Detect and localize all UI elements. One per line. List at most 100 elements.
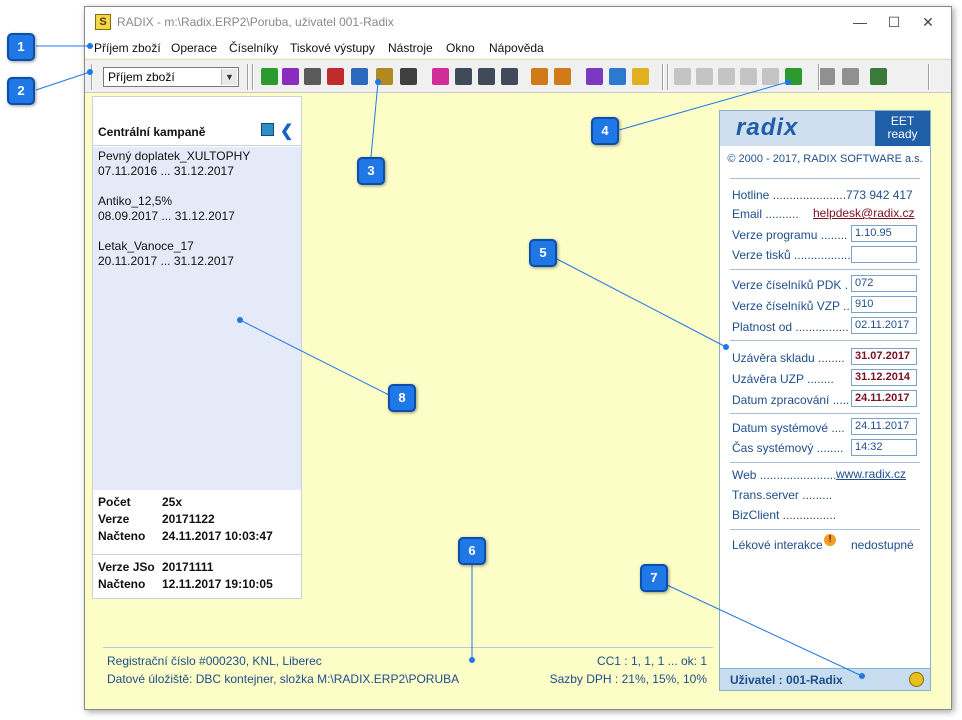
close-button[interactable]: ✕ [911, 11, 945, 33]
stat-label: Načteno [98, 577, 146, 591]
validity-label: Platnost od ................ [732, 320, 849, 334]
warning-icon: ! [824, 534, 836, 546]
campaign-period: 08.09.2017 ... 31.12.2017 [98, 209, 235, 223]
radix-logo: radix [736, 114, 799, 141]
campaigns-list[interactable]: Pevný doplatek_XULTOPHY 07.11.2016 ... 3… [93, 147, 301, 490]
new-doc-icon[interactable] [674, 68, 691, 85]
campaigns-title: Centrální kampaně [98, 125, 206, 139]
web-link[interactable]: www.radix.cz [836, 467, 906, 481]
edit-form-icon[interactable] [501, 68, 518, 85]
system-time-label: Čas systémový ........ [732, 441, 844, 455]
print-icon[interactable] [842, 68, 859, 85]
status-area: Registrační číslo #000230, KNL, Liberec … [103, 647, 713, 691]
stock-close-field: 31.07.2017 [851, 348, 917, 365]
form-icon[interactable] [455, 68, 472, 85]
menu-operace[interactable]: Operace [171, 41, 217, 55]
uzp-close-field: 31.12.2014 [851, 369, 917, 386]
save-icon[interactable] [740, 68, 757, 85]
stat-value: 24.11.2017 10:03:47 [162, 529, 273, 543]
menu-nastroje[interactable]: Nástroje [388, 41, 433, 55]
stat-jso-version: Verze JSo 20171111 [98, 560, 298, 577]
list-item[interactable]: Antiko_12,5% 08.09.2017 ... 31.12.2017 [98, 194, 296, 224]
check-form-icon[interactable] [478, 68, 495, 85]
stat-label: Verze [98, 512, 130, 526]
campaigns-panel: Centrální kampaně ❮ Pevný doplatek_XULTO… [92, 96, 302, 599]
stock-close-label: Uzávěra skladu ........ [732, 351, 845, 365]
data-storage: Datové úložiště: DBC kontejner, složka M… [107, 672, 460, 686]
hotline-value: 773 942 417 [846, 188, 913, 202]
program-version-label: Verze programu ........ [732, 228, 848, 242]
callout-1: 1 [7, 33, 35, 61]
validity-field: 02.11.2017 [851, 317, 917, 334]
user-coin-icon[interactable] [909, 672, 924, 687]
callout-4: 4 [591, 117, 619, 145]
screenshot-stage: S RADIX - m:\Radix.ERP2\Poruba, uživatel… [0, 0, 962, 720]
truck-icon[interactable] [304, 68, 321, 85]
export-icon[interactable] [531, 68, 548, 85]
thumb-icon[interactable] [376, 68, 393, 85]
collapse-arrow-icon[interactable]: ❮ [280, 121, 293, 141]
stat-count: Počet 25x [98, 495, 298, 512]
system-date-field: 24.11.2017 [851, 418, 917, 435]
toolbar-separator [662, 64, 664, 90]
web-label: Web ....................... [732, 468, 837, 482]
globe-icon[interactable] [609, 68, 626, 85]
stat-value: 25x [162, 495, 183, 509]
network-icon[interactable] [586, 68, 603, 85]
print-version-field [851, 246, 917, 263]
pink-doc-icon[interactable] [432, 68, 449, 85]
vzp-version-field: 910 [851, 296, 917, 313]
list-item[interactable]: Pevný doplatek_XULTOPHY 07.11.2016 ... 3… [98, 149, 296, 179]
campaigns-header: Centrální kampaně ❮ [93, 97, 301, 146]
toolbar-separator [818, 64, 820, 90]
divider [730, 340, 920, 341]
menu-bar: Příjem zboží Operace Číselníky Tiskové v… [85, 38, 951, 58]
minimize-button[interactable]: — [843, 11, 877, 33]
toolbar-separator [928, 64, 930, 90]
stat-value: 12.11.2017 19:10:05 [162, 577, 273, 591]
toolbar-separator [252, 64, 254, 90]
trans-server-label: Trans.server ......... [732, 488, 833, 502]
menu-prijem-zbozi[interactable]: Příjem zboží [94, 41, 161, 55]
title-bar: S RADIX - m:\Radix.ERP2\Poruba, uživatel… [85, 7, 951, 38]
import-box-icon[interactable] [818, 68, 835, 85]
menu-okno[interactable]: Okno [446, 41, 475, 55]
delete-icon[interactable] [718, 68, 735, 85]
email-link[interactable]: helpdesk@radix.cz [813, 206, 915, 220]
module-select[interactable]: Příjem zboží ▼ [103, 67, 239, 87]
users-icon[interactable] [870, 68, 887, 85]
eet-badge: EET ready [875, 111, 930, 146]
refresh-icon[interactable] [785, 68, 802, 85]
arrows-icon[interactable] [400, 68, 417, 85]
stat-label: Počet [98, 495, 131, 509]
save-icon[interactable] [261, 123, 274, 136]
callout-7: 7 [640, 564, 668, 592]
list-item[interactable]: Letak_Vanoce_17 20.11.2017 ... 31.12.201… [98, 239, 296, 269]
menu-ciselniky[interactable]: Číselníky [229, 41, 278, 55]
copyright: © 2000 - 2017, RADIX SOFTWARE a.s. [727, 153, 923, 165]
table-add-icon[interactable] [261, 68, 278, 85]
undo-icon[interactable] [762, 68, 779, 85]
note-icon[interactable] [632, 68, 649, 85]
vzp-version-label: Verze číselníků VZP .. [732, 299, 850, 313]
chevron-down-icon[interactable]: ▼ [221, 69, 237, 85]
toolbar-separator [91, 64, 93, 90]
maximize-button[interactable]: ☐ [877, 11, 911, 33]
import-icon[interactable] [554, 68, 571, 85]
table-edit-icon[interactable] [282, 68, 299, 85]
divider [730, 178, 920, 179]
menu-napoveda[interactable]: Nápověda [489, 41, 544, 55]
campaign-period: 07.11.2016 ... 31.12.2017 [98, 164, 234, 178]
table-search-icon[interactable] [351, 68, 368, 85]
cc1-status: CC1 : 1, 1, 1 ... ok: 1 [596, 654, 707, 668]
window-title: RADIX - m:\Radix.ERP2\Poruba, uživatel 0… [117, 15, 394, 29]
campaign-period: 20.11.2017 ... 31.12.2017 [98, 254, 234, 268]
menu-tiskove-vystupy[interactable]: Tiskové výstupy [290, 41, 375, 55]
pdk-version-label: Verze číselníků PDK . [732, 278, 849, 292]
system-date-label: Datum systémové .... [732, 421, 845, 435]
drug-interactions-value: nedostupné [851, 538, 914, 552]
forward-icon[interactable] [696, 68, 713, 85]
callout-8: 8 [388, 384, 416, 412]
table-delete-icon[interactable] [327, 68, 344, 85]
toolbar-separator [667, 64, 669, 90]
